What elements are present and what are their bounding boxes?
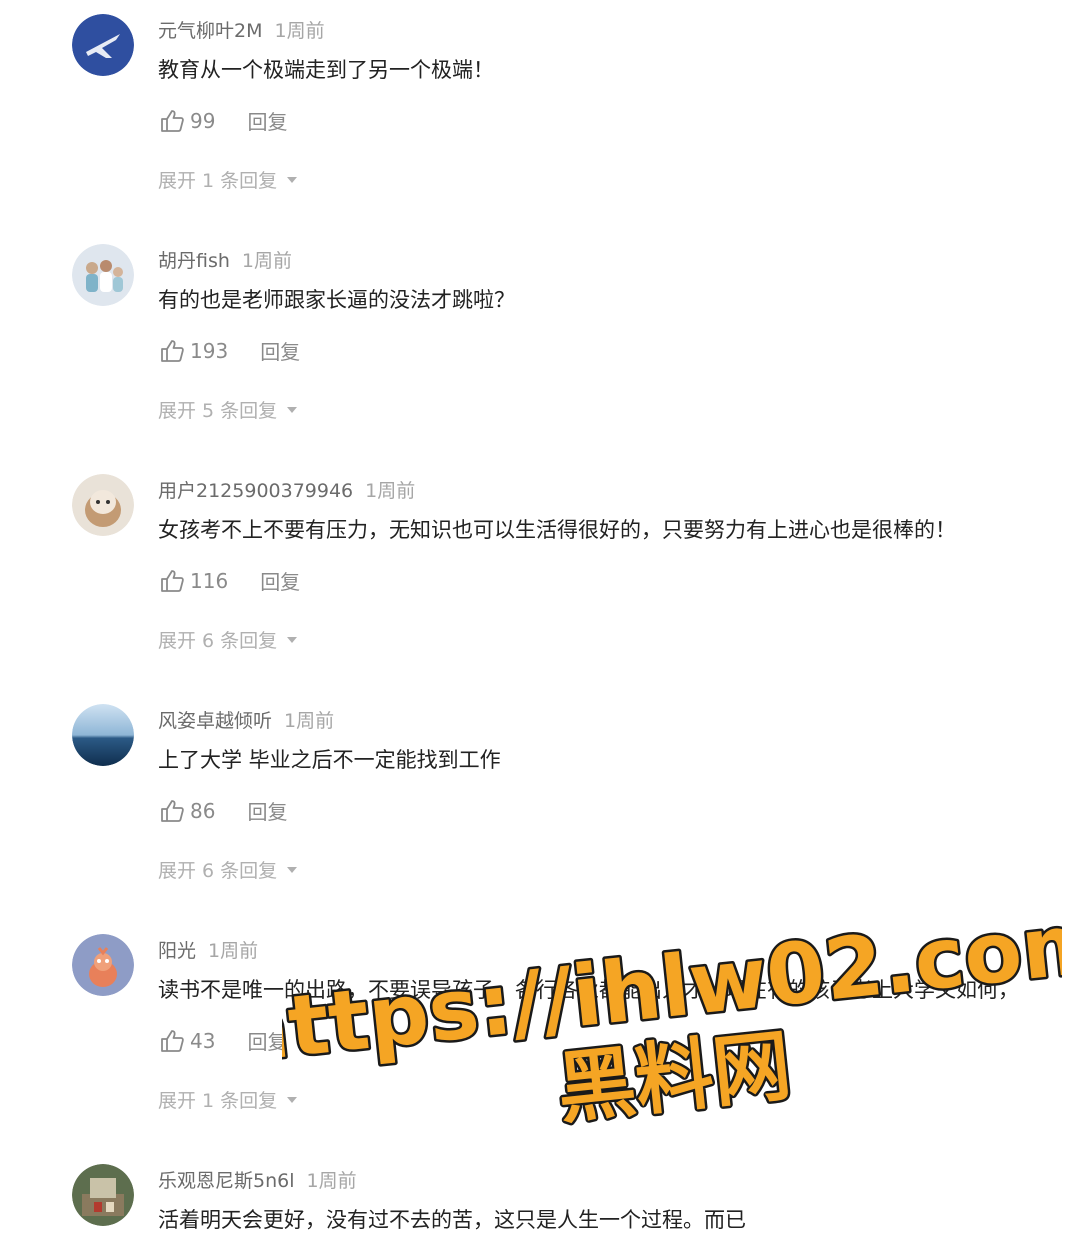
comment-username[interactable]: 乐观恩尼斯5n6l	[158, 1170, 295, 1192]
like-count: 193	[190, 338, 229, 363]
avatar[interactable]	[72, 934, 134, 996]
comment-meta: 阳光 1周前	[158, 936, 258, 963]
expand-replies-label: 展开 1 条回复	[158, 1090, 278, 1112]
comment-item: 胡丹fish 1周前 有的也是老师跟家长逼的没法才跳啦？ 193 回复 展开 5 …	[0, 230, 1080, 460]
expand-replies-button[interactable]: 展开 1 条回复	[158, 166, 298, 193]
comment-item: 用户2125900379946 1周前 女孩考不上不要有压力，无知识也可以生活得很…	[0, 460, 1080, 690]
comment-meta: 风姿卓越倾听 1周前	[158, 706, 334, 733]
comment-item: 风姿卓越倾听 1周前 上了大学 毕业之后不一定能找到工作 86 回复 展开 6 条…	[0, 690, 1080, 920]
comment-username[interactable]: 阳光	[158, 940, 196, 962]
avatar[interactable]	[72, 14, 134, 76]
comment-time: 1周前	[274, 20, 325, 42]
comment-meta: 胡丹fish 1周前	[158, 246, 292, 273]
reply-button[interactable]: 回复	[260, 566, 300, 595]
comment-actions: 86 回复	[158, 796, 287, 825]
expand-replies-label: 展开 1 条回复	[158, 170, 278, 192]
comment-text: 女孩考不上不要有压力，无知识也可以生活得很好的，只要努力有上进心也是很棒的！	[158, 518, 956, 542]
comment-text: 读书不是唯一的出路，不要误导孩子，各行各业都能出人才，现在有的孩子考上大学又如何…	[158, 978, 1019, 1002]
like-button[interactable]: 193	[158, 337, 228, 365]
caret-down-icon	[287, 406, 298, 413]
comment-meta: 元气柳叶2M 1周前	[158, 16, 325, 43]
comment-text: 教育从一个极端走到了另一个极端！	[158, 58, 494, 82]
expand-replies-button[interactable]: 展开 5 条回复	[158, 396, 298, 423]
caret-down-icon	[287, 176, 298, 183]
comment-actions: 116 回复	[158, 566, 300, 595]
like-button[interactable]: 99	[158, 107, 215, 135]
caret-down-icon	[287, 866, 298, 873]
comment-username[interactable]: 风姿卓越倾听	[158, 710, 272, 732]
expand-replies-button[interactable]: 展开 6 条回复	[158, 626, 298, 653]
expand-replies-label: 展开 6 条回复	[158, 630, 278, 652]
comment-actions: 99 回复	[158, 106, 287, 135]
comment-meta: 乐观恩尼斯5n6l 1周前	[158, 1166, 357, 1193]
thumbs-up-icon	[161, 569, 184, 592]
like-count: 43	[190, 1028, 216, 1053]
comment-time: 1周前	[365, 480, 416, 502]
comment-username[interactable]: 胡丹fish	[158, 250, 230, 272]
comment-actions: 43 回复	[158, 1026, 287, 1055]
avatar[interactable]	[72, 704, 134, 766]
comment-meta: 用户2125900379946 1周前	[158, 476, 415, 503]
comment-username[interactable]: 元气柳叶2M	[158, 20, 262, 42]
reply-button[interactable]: 回复	[247, 1026, 287, 1055]
comment-item: 乐观恩尼斯5n6l 1周前 活着明天会更好，没有过不去的苦，这只是人生一个过程。而…	[0, 1150, 1080, 1256]
comment-time: 1周前	[306, 1170, 357, 1192]
comment-actions: 193 回复	[158, 336, 300, 365]
like-button[interactable]: 116	[158, 567, 228, 595]
like-count: 86	[190, 798, 216, 823]
comment-text: 有的也是老师跟家长逼的没法才跳啦？	[158, 288, 515, 312]
comment-item: 元气柳叶2M 1周前 教育从一个极端走到了另一个极端！ 99 回复 展开 1 条回…	[0, 0, 1080, 230]
expand-replies-button[interactable]: 展开 6 条回复	[158, 856, 298, 883]
thumbs-up-icon	[161, 1029, 184, 1052]
reply-button[interactable]: 回复	[247, 796, 287, 825]
comment-time: 1周前	[208, 940, 259, 962]
expand-replies-button[interactable]: 展开 1 条回复	[158, 1086, 298, 1113]
comment-text: 活着明天会更好，没有过不去的苦，这只是人生一个过程。而已	[158, 1208, 746, 1232]
avatar[interactable]	[72, 244, 134, 306]
comment-time: 1周前	[241, 250, 293, 272]
thumbs-up-icon	[161, 109, 184, 132]
reply-button[interactable]: 回复	[260, 336, 300, 365]
thumbs-up-icon	[161, 799, 184, 822]
like-button[interactable]: 86	[158, 797, 215, 825]
like-count: 99	[190, 108, 216, 133]
comment-text: 上了大学 毕业之后不一定能找到工作	[158, 748, 501, 772]
caret-down-icon	[287, 1096, 298, 1103]
comment-username[interactable]: 用户2125900379946	[158, 480, 353, 502]
avatar[interactable]	[72, 1164, 134, 1226]
caret-down-icon	[287, 636, 298, 643]
comment-time: 1周前	[284, 710, 335, 732]
like-button[interactable]: 43	[158, 1027, 215, 1055]
avatar[interactable]	[72, 474, 134, 536]
comment-item: 阳光 1周前 读书不是唯一的出路，不要误导孩子，各行各业都能出人才，现在有的孩子考…	[0, 920, 1080, 1150]
like-count: 116	[190, 568, 229, 593]
thumbs-up-icon	[161, 339, 184, 362]
reply-button[interactable]: 回复	[247, 106, 287, 135]
expand-replies-label: 展开 5 条回复	[158, 400, 278, 422]
expand-replies-label: 展开 6 条回复	[158, 860, 278, 882]
